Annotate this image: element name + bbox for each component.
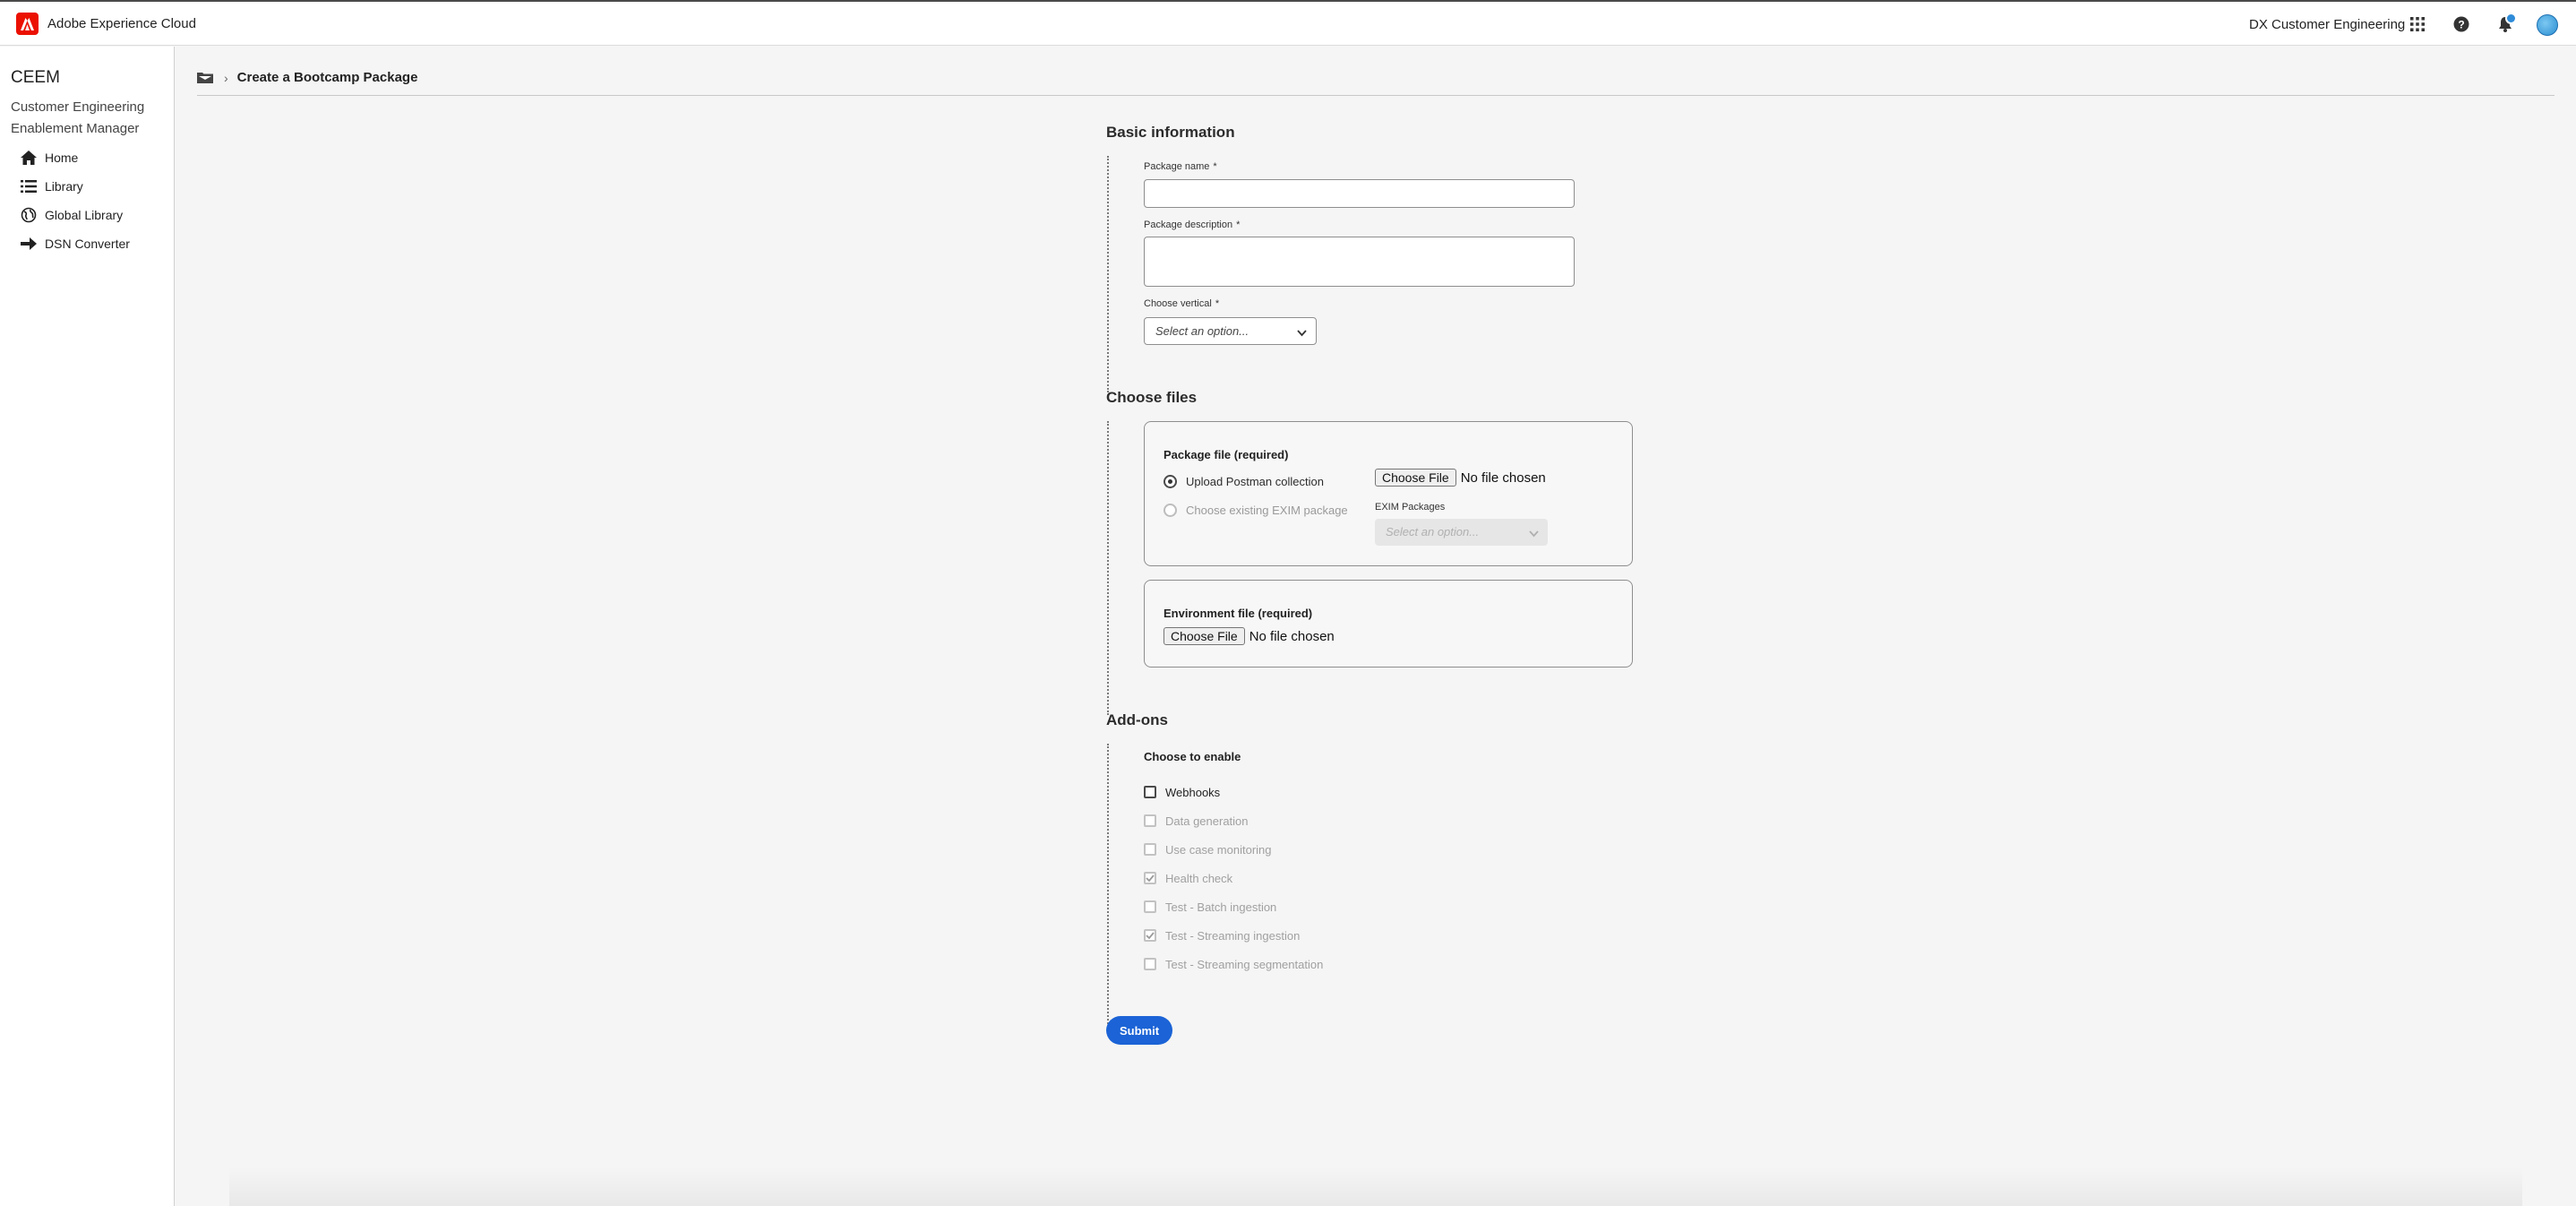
radio-label: Choose existing EXIM package	[1186, 504, 1348, 517]
checkbox[interactable]	[1144, 872, 1156, 884]
choose-file-button[interactable]: Choose File	[1375, 469, 1456, 487]
checkbox-label: Test - Streaming ingestion	[1165, 928, 1301, 943]
radio-button[interactable]	[1163, 475, 1177, 488]
notification-badge	[2505, 13, 2517, 24]
package-file-box: Package file (required) Upload Postman c…	[1144, 421, 1633, 566]
checkbox-test-streaming-ingestion[interactable]: Test - Streaming ingestion	[1144, 927, 1300, 943]
section-rail	[1107, 421, 1109, 715]
brand[interactable]: Adobe Experience Cloud	[16, 13, 196, 35]
radio-label: Upload Postman collection	[1186, 475, 1324, 488]
checkbox-use-case-monitoring[interactable]: Use case monitoring	[1144, 841, 1272, 857]
environment-file-title: Environment file (required)	[1163, 607, 1313, 620]
environment-file-box: Environment file (required) Choose File …	[1144, 580, 1633, 668]
checkbox[interactable]	[1144, 900, 1156, 913]
package-description-label: Package description *	[1144, 220, 1241, 230]
checkmark-icon	[1146, 874, 1155, 882]
section-title-files: Choose files	[1106, 389, 1198, 406]
checkbox-test-streaming-segmentation[interactable]: Test - Streaming segmentation	[1144, 956, 1323, 972]
package-file-title: Package file (required)	[1163, 448, 1289, 461]
avatar[interactable]	[2537, 14, 2558, 36]
checkbox-test-batch-ingestion[interactable]: Test - Batch ingestion	[1144, 899, 1276, 915]
section-rail	[1107, 744, 1109, 1027]
checkbox-label: Use case monitoring	[1165, 842, 1272, 857]
checkbox-webhooks[interactable]: Webhooks	[1144, 784, 1220, 800]
checkbox-label: Webhooks	[1165, 785, 1221, 799]
checkbox[interactable]	[1144, 843, 1156, 856]
brand-name: Adobe Experience Cloud	[47, 16, 196, 31]
arrow-right-icon	[20, 235, 38, 253]
sidebar-item-label: DSN Converter	[45, 237, 130, 251]
org-switcher[interactable]: DX Customer Engineering	[2249, 17, 2405, 32]
choose-file-button[interactable]: Choose File	[1163, 627, 1245, 645]
divider	[197, 95, 2555, 96]
checkbox[interactable]	[1144, 958, 1156, 970]
breadcrumb-separator-icon: ›	[224, 70, 228, 85]
file-status: No file chosen	[1460, 469, 1546, 486]
app-title: CEEM	[11, 68, 60, 87]
sidebar-item-library[interactable]: Library	[20, 177, 83, 196]
submit-button[interactable]: Submit	[1106, 1016, 1172, 1045]
radio-button[interactable]	[1163, 504, 1177, 517]
sidebar-item-label: Global Library	[45, 208, 124, 222]
checkbox[interactable]	[1144, 814, 1156, 827]
app-subtitle: Customer Engineering Enablement Manager	[11, 99, 145, 136]
checkbox[interactable]	[1144, 786, 1156, 798]
svg-text:?: ?	[2458, 19, 2464, 31]
vertical-label: Choose vertical *	[1144, 298, 1220, 309]
sidebar-item-home[interactable]: Home	[20, 148, 78, 168]
checkbox-label: Test - Batch ingestion	[1165, 900, 1277, 914]
environment-file-input[interactable]: Choose File No file chosen	[1163, 627, 1335, 645]
chevron-down-icon	[1297, 326, 1307, 340]
vertical-picker[interactable]: Select an option...	[1144, 317, 1317, 345]
help-icon[interactable]: ?	[2451, 14, 2471, 34]
checkbox-health-check[interactable]: Health check	[1144, 870, 1232, 886]
adobe-logo-icon	[16, 13, 39, 35]
globe-icon	[20, 206, 38, 224]
checkbox-label: Test - Streaming segmentation	[1165, 957, 1324, 971]
breadcrumb: › Create a Bootcamp Package	[197, 70, 417, 85]
package-name-label: Package name *	[1144, 161, 1217, 172]
section-title-basic: Basic information	[1106, 124, 1235, 141]
package-description-textarea[interactable]	[1144, 237, 1575, 287]
sidebar: CEEM Customer Engineering Enablement Man…	[0, 47, 175, 1206]
checkbox-label: Data generation	[1165, 814, 1249, 828]
checkbox-label: Health check	[1165, 871, 1233, 885]
exim-packages-label: EXIM Packages	[1375, 502, 1446, 513]
list-icon	[20, 177, 38, 195]
footer-shadow	[229, 1167, 2522, 1206]
vertical-picker-value: Select an option...	[1155, 324, 1249, 338]
checkbox-data-generation[interactable]: Data generation	[1144, 813, 1249, 829]
main-content: › Create a Bootcamp Package Basic inform…	[176, 47, 2576, 1206]
exim-picker-value: Select an option...	[1386, 525, 1480, 538]
checkbox[interactable]	[1144, 929, 1156, 942]
file-status: No file chosen	[1249, 628, 1335, 644]
chevron-down-icon	[1529, 527, 1539, 540]
package-file-input[interactable]: Choose File No file chosen	[1375, 469, 1546, 487]
sidebar-item-label: Home	[45, 151, 79, 165]
radio-existing-exim[interactable]: Choose existing EXIM package	[1163, 504, 1348, 517]
sidebar-item-label: Library	[45, 179, 83, 194]
checkmark-icon	[1146, 932, 1155, 939]
sidebar-item-global-library[interactable]: Global Library	[20, 205, 123, 225]
sidebar-item-dsn-converter[interactable]: DSN Converter	[20, 234, 130, 254]
home-icon	[20, 149, 38, 167]
top-bar: Adobe Experience Cloud DX Customer Engin…	[0, 0, 2576, 46]
section-rail	[1107, 156, 1109, 392]
apps-grid-icon[interactable]	[2408, 14, 2427, 34]
exim-packages-picker[interactable]: Select an option...	[1375, 519, 1548, 546]
section-title-addons: Add-ons	[1106, 711, 1168, 728]
page-title: Create a Bootcamp Package	[236, 70, 418, 85]
package-name-input[interactable]	[1144, 179, 1575, 208]
addons-heading: Choose to enable	[1144, 750, 1241, 763]
radio-upload-postman[interactable]: Upload Postman collection	[1163, 475, 1324, 488]
folder-icon[interactable]	[197, 71, 215, 85]
